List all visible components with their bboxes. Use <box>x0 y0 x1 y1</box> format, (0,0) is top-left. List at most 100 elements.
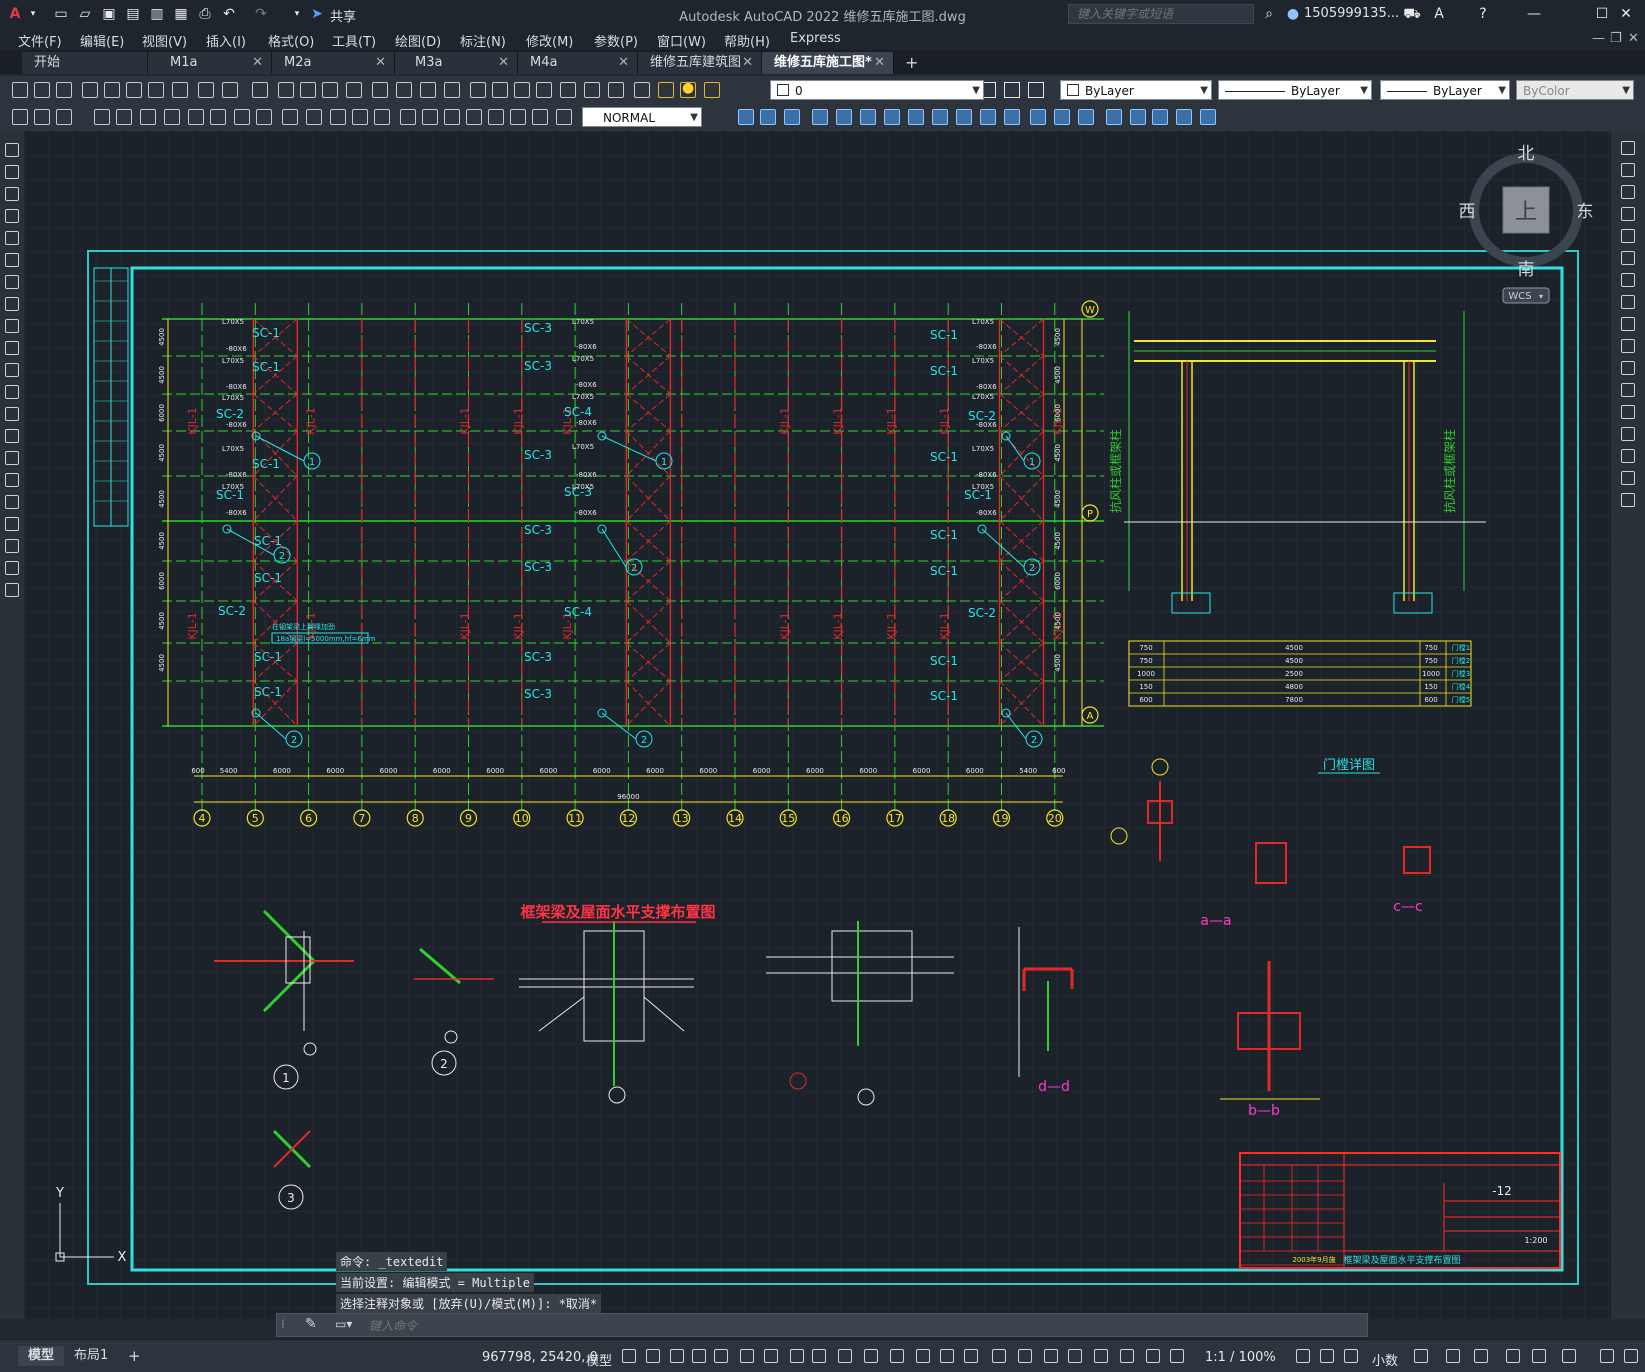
draw-tool-icon[interactable] <box>12 109 28 125</box>
toolbar-tool-icon[interactable] <box>584 82 600 98</box>
draw-palette-icon[interactable] <box>5 319 19 333</box>
doc-minimize-icon[interactable]: — <box>1592 31 1605 46</box>
user-account[interactable]: 1505999135... <box>1304 6 1399 21</box>
status-toggle-icon[interactable] <box>940 1349 954 1363</box>
command-customize-icon[interactable]: ✎ <box>305 1316 317 1332</box>
modify-palette-icon[interactable] <box>1621 207 1635 221</box>
toolbar-tool-icon[interactable] <box>126 82 142 98</box>
close-tab-icon[interactable]: ✕ <box>742 52 753 74</box>
draw-tool-icon[interactable] <box>282 109 298 125</box>
status-toggle-icon[interactable] <box>864 1349 878 1363</box>
toolbar-tool-icon[interactable] <box>56 82 72 98</box>
autodesk-app-icon[interactable]: A <box>1430 5 1448 23</box>
toolbar-tool-icon[interactable] <box>322 82 338 98</box>
redo-icon[interactable]: ↷ <box>252 5 270 23</box>
view-tool-icon[interactable] <box>908 109 924 125</box>
status-toggle-icon[interactable] <box>964 1349 978 1363</box>
view-tool-icon[interactable] <box>884 109 900 125</box>
menu-dimension[interactable]: 标注(N) <box>460 31 506 50</box>
draw-tool-icon[interactable] <box>34 109 50 125</box>
draw-tool-icon[interactable] <box>94 109 110 125</box>
close-tab-icon[interactable]: ✕ <box>874 52 885 74</box>
status-toggle-icon[interactable] <box>1044 1349 1058 1363</box>
modify-palette-icon[interactable] <box>1621 383 1635 397</box>
tab-model[interactable]: 模型 <box>18 1346 65 1366</box>
status-toggle-icon[interactable] <box>890 1349 904 1363</box>
status-toggle-icon[interactable] <box>764 1349 778 1363</box>
viewcube-east[interactable]: 东 <box>1577 202 1594 222</box>
app-menu-chevron-icon[interactable]: ▾ <box>24 5 42 23</box>
view-tool-icon[interactable] <box>860 109 876 125</box>
save-icon[interactable]: ▣ <box>100 5 118 23</box>
draw-tool-icon[interactable] <box>116 109 132 125</box>
command-input[interactable] <box>367 1317 1351 1335</box>
tab-start[interactable]: 开始 <box>22 52 148 74</box>
doc-restore-icon[interactable]: ❐ <box>1610 31 1622 46</box>
draw-tool-icon[interactable] <box>444 109 460 125</box>
draw-tool-icon[interactable] <box>556 109 572 125</box>
toolbar-tool-icon[interactable] <box>560 82 576 98</box>
draw-palette-icon[interactable] <box>5 429 19 443</box>
search-icon[interactable]: ⌕ <box>1260 5 1278 23</box>
toolbar-tool-icon[interactable] <box>222 82 238 98</box>
tab-m4a[interactable]: M4a ✕ <box>518 52 638 74</box>
modify-palette-icon[interactable] <box>1621 163 1635 177</box>
draw-tool-icon[interactable] <box>256 109 272 125</box>
status-toggle-icon[interactable] <box>992 1349 1006 1363</box>
recent-commands-icon[interactable]: ▭▾ <box>335 1317 352 1331</box>
draw-tool-icon[interactable] <box>140 109 156 125</box>
tab-m3a[interactable]: M3a ✕ <box>395 52 518 74</box>
model-space-toggle[interactable]: 模型 <box>586 1350 612 1369</box>
tab-layout1[interactable]: 布局1 <box>64 1346 118 1366</box>
status-toggle-icon[interactable] <box>670 1349 684 1363</box>
open-web-icon[interactable]: ▥ <box>148 5 166 23</box>
view-tool-icon[interactable] <box>1130 109 1146 125</box>
toolbar-tool-icon[interactable] <box>608 82 624 98</box>
status-toggle-icon[interactable] <box>1532 1349 1546 1363</box>
view-tool-icon[interactable] <box>836 109 852 125</box>
doc-close-icon[interactable]: ✕ <box>1628 31 1639 46</box>
drawing-canvas[interactable]: KJL-1 KJL-1 KJL-1 KJL-1 KJL-1 KJL-1 KJL-1 KJL-1… <box>24 131 1611 1319</box>
modify-palette-icon[interactable] <box>1621 449 1635 463</box>
cart-icon[interactable]: ⛟ <box>1403 5 1421 23</box>
toolbar-tool-icon[interactable] <box>12 82 28 98</box>
view-tool-icon[interactable] <box>784 109 800 125</box>
toolbar-tool-icon[interactable] <box>658 82 674 98</box>
view-tool-icon[interactable] <box>1004 109 1020 125</box>
draw-palette-icon[interactable] <box>5 517 19 531</box>
menu-draw[interactable]: 绘图(D) <box>395 31 441 50</box>
coordinate-readout[interactable]: 967798, 25420, 0 <box>482 1350 598 1365</box>
draw-tool-icon[interactable] <box>330 109 346 125</box>
toolbar-tool-icon[interactable] <box>278 82 294 98</box>
viewcube-south[interactable]: 南 <box>1518 260 1535 280</box>
modify-palette-icon[interactable] <box>1621 339 1635 353</box>
status-toggle-icon[interactable] <box>1320 1349 1334 1363</box>
draw-tool-icon[interactable] <box>400 109 416 125</box>
share-icon[interactable]: ➤ <box>308 5 326 23</box>
command-grip-icon[interactable]: ⁞ <box>281 1317 285 1331</box>
toolbar-tool-icon[interactable] <box>444 82 460 98</box>
view-tool-icon[interactable] <box>932 109 948 125</box>
toolbar-tool-icon[interactable] <box>346 82 362 98</box>
status-toggle-icon[interactable] <box>1068 1349 1082 1363</box>
menu-modify[interactable]: 修改(M) <box>526 31 573 50</box>
tab-architectural[interactable]: 维修五库建筑图 ✕ <box>638 52 762 74</box>
linetype-dropdown[interactable]: ByLayer ▼ <box>1218 80 1372 100</box>
toolbar-tool-icon[interactable] <box>536 82 552 98</box>
view-tool-icon[interactable] <box>980 109 996 125</box>
toolbar-tool-icon[interactable] <box>34 82 50 98</box>
toolbar-tool-icon[interactable] <box>82 82 98 98</box>
toolbar-tool-icon[interactable] <box>704 82 720 98</box>
draw-palette-icon[interactable] <box>5 165 19 179</box>
close-tab-icon[interactable]: ✕ <box>375 52 386 74</box>
menu-tools[interactable]: 工具(T) <box>332 31 376 50</box>
toolbar-tool-icon[interactable] <box>104 82 120 98</box>
draw-tool-icon[interactable] <box>210 109 226 125</box>
user-icon[interactable]: ● <box>1284 5 1302 23</box>
modify-palette-icon[interactable] <box>1621 185 1635 199</box>
tab-construction-active[interactable]: 维修五库施工图* ✕ <box>762 52 894 74</box>
viewcube-west[interactable]: 西 <box>1459 202 1476 222</box>
view-tool-icon[interactable] <box>738 109 754 125</box>
tab-m1a[interactable]: M1a ✕ <box>148 52 272 74</box>
status-toggle-icon[interactable] <box>916 1349 930 1363</box>
